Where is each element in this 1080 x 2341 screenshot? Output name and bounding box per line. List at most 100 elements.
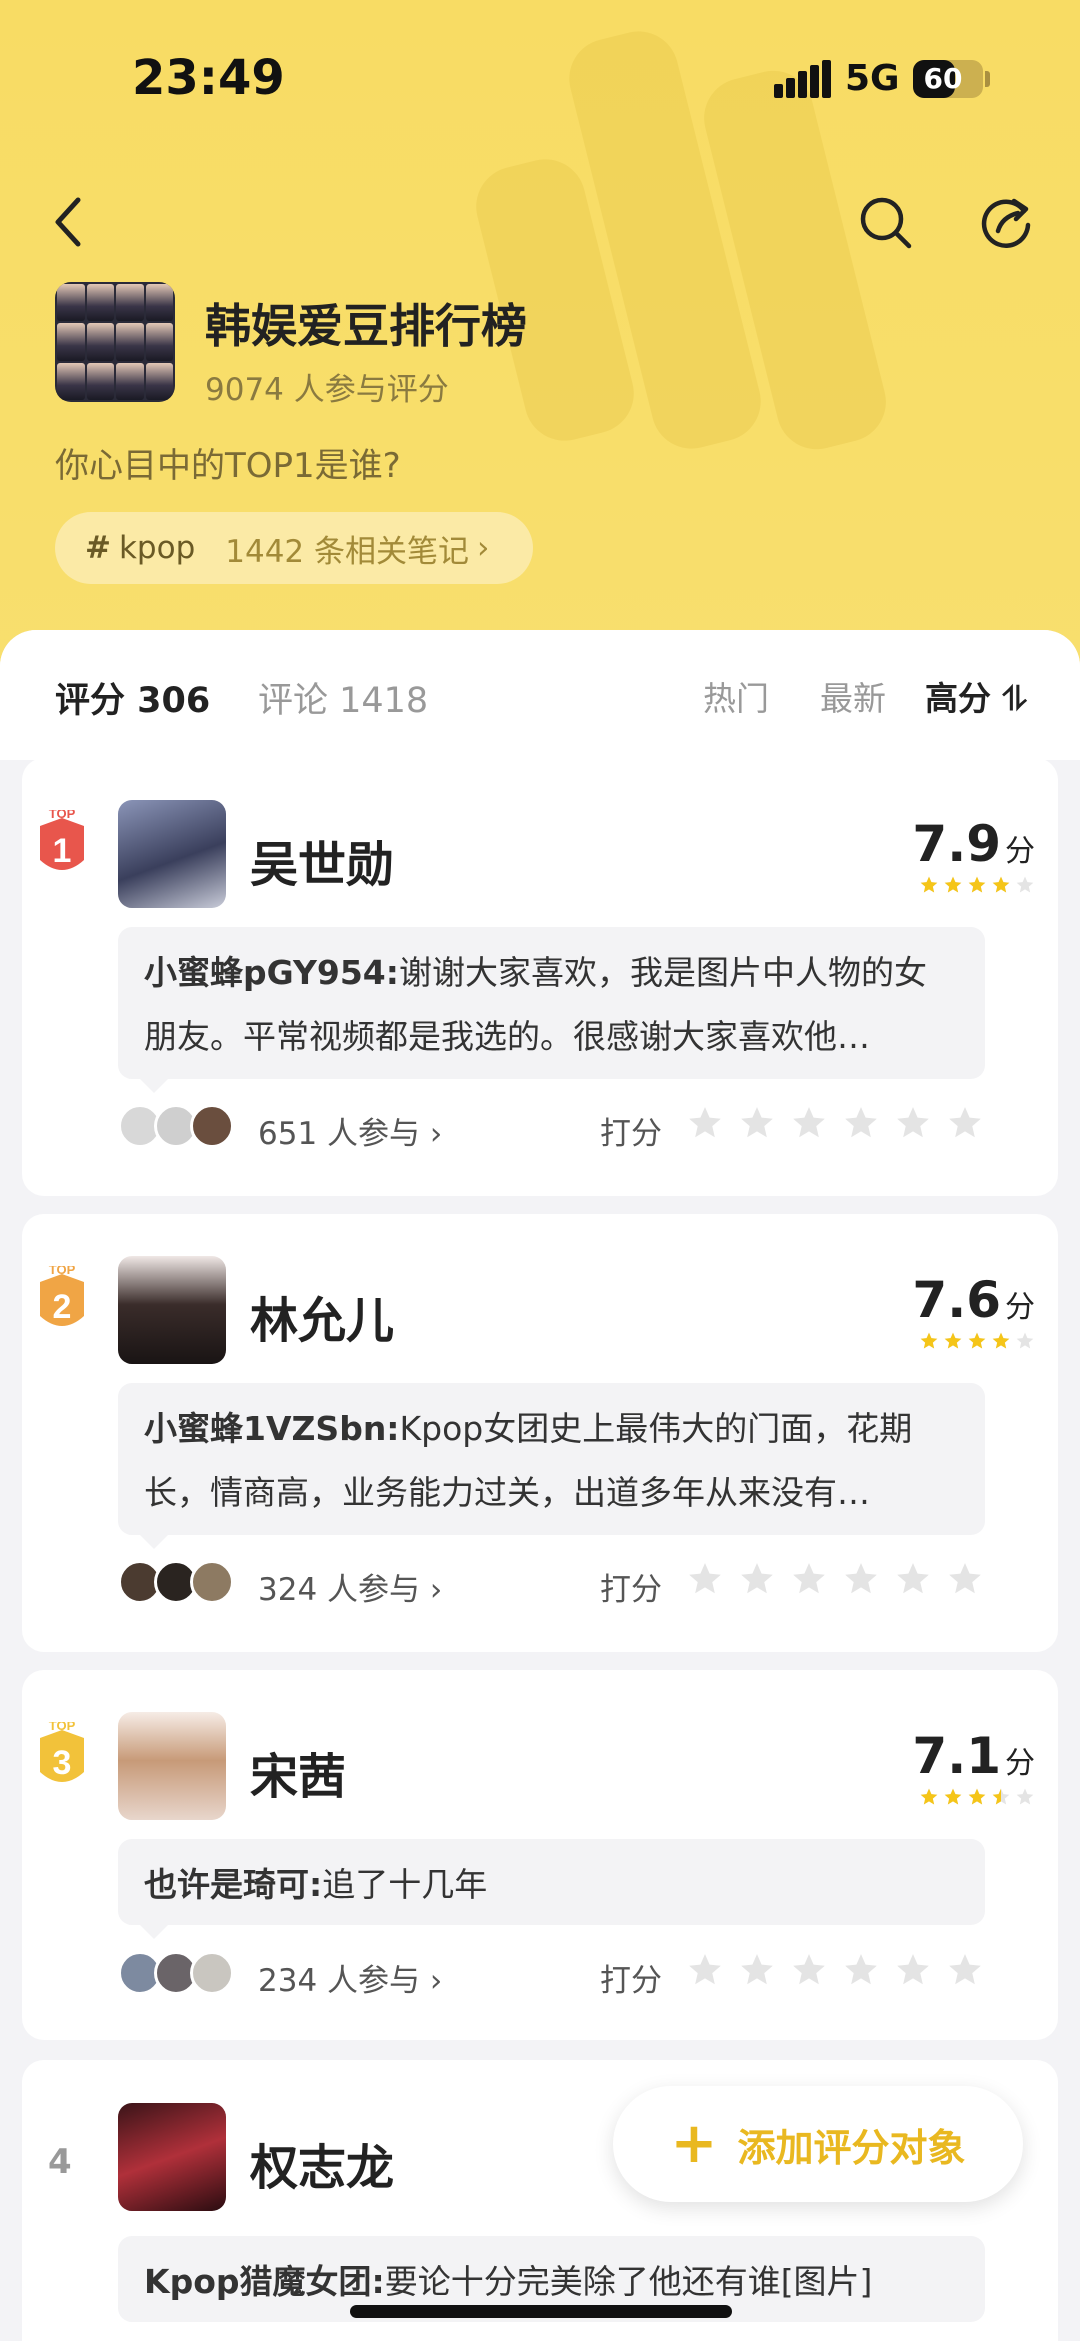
status-bar: 23:49 5G 60 xyxy=(0,0,1080,150)
rate-star-icon[interactable] xyxy=(842,1560,880,1598)
tab-score[interactable]: 评分 306 xyxy=(55,672,210,723)
participant-avatars xyxy=(118,1951,238,1995)
rank-badge-icon: TOP 2 xyxy=(40,1266,84,1326)
join-count-link[interactable]: 324 人参与 › xyxy=(258,1564,442,1609)
rate-star-icon[interactable] xyxy=(686,1560,724,1598)
star-icon xyxy=(1016,1332,1034,1349)
svg-text:1: 1 xyxy=(53,832,72,870)
add-rating-target-button[interactable]: + 添加评分对象 xyxy=(613,2086,1023,2202)
rate-star-icon[interactable] xyxy=(894,1104,932,1142)
chevron-right-icon: › xyxy=(477,530,490,566)
rank-badge-icon: TOP 1 xyxy=(40,810,84,870)
home-indicator xyxy=(350,2305,732,2318)
plus-icon: + xyxy=(670,2111,718,2176)
rating-input[interactable] xyxy=(686,1951,984,1989)
item-name[interactable]: 权志龙 xyxy=(250,2128,394,2198)
page-title: 韩娱爱豆排行榜 xyxy=(205,299,527,353)
star-icon xyxy=(992,876,1010,893)
score-stars xyxy=(919,1331,1035,1353)
comment-text: 要论十分完美除了他还有谁[图片] xyxy=(384,2262,873,2301)
rate-star-icon[interactable] xyxy=(738,1104,776,1142)
svg-text:TOP: TOP xyxy=(49,810,76,821)
avatar[interactable] xyxy=(118,800,226,908)
sort-high-score[interactable]: 高分 ⥮ xyxy=(925,672,1026,720)
score-unit: 分 xyxy=(1005,834,1035,869)
svg-text:3: 3 xyxy=(53,1744,72,1782)
rate-star-icon[interactable] xyxy=(686,1104,724,1142)
item-name[interactable]: 林允儿 xyxy=(250,1281,394,1351)
score-stars xyxy=(919,1787,1035,1809)
star-icon xyxy=(1016,876,1034,893)
comment-author: 小蜜蜂pGY954: xyxy=(144,953,399,992)
rate-star-icon[interactable] xyxy=(738,1560,776,1598)
rate-star-icon[interactable] xyxy=(686,1951,724,1989)
top-comment[interactable]: 小蜜蜂1VZSbn:Kpop女团史上最伟大的门面，花期长，情商高，业务能力过关，… xyxy=(118,1383,985,1535)
ranking-cover-image xyxy=(55,282,175,402)
add-rating-target-label: 添加评分对象 xyxy=(737,2125,966,2170)
rate-star-icon[interactable] xyxy=(842,1951,880,1989)
score-value: 7.9 xyxy=(912,815,1001,873)
star-icon xyxy=(944,1788,962,1805)
top-comment[interactable]: 小蜜蜂pGY954:谢谢大家喜欢，我是图片中人物的女朋友。平常视频都是我选的。很… xyxy=(118,927,985,1079)
rate-star-icon[interactable] xyxy=(894,1951,932,1989)
rating-input[interactable] xyxy=(686,1560,984,1598)
rate-star-icon[interactable] xyxy=(790,1951,828,1989)
star-icon xyxy=(920,876,938,893)
svg-text:TOP: TOP xyxy=(49,1266,76,1277)
item-name[interactable]: 宋茜 xyxy=(250,1737,346,1807)
rate-star-icon[interactable] xyxy=(842,1104,880,1142)
rate-label: 打分 xyxy=(600,1116,662,1152)
avatar[interactable] xyxy=(118,1256,226,1364)
status-time: 23:49 xyxy=(132,50,285,106)
star-icon xyxy=(968,876,986,893)
join-count-link[interactable]: 651 人参与 › xyxy=(258,1108,442,1153)
rate-star-icon[interactable] xyxy=(946,1104,984,1142)
hashtag-icon: # xyxy=(85,530,111,566)
signal-icon xyxy=(774,60,831,98)
search-icon[interactable] xyxy=(858,195,914,251)
item-name[interactable]: 吴世勋 xyxy=(250,825,394,895)
join-count-link[interactable]: 234 人参与 › xyxy=(258,1955,442,2000)
comment-tail xyxy=(140,1925,168,1939)
star-icon xyxy=(968,1788,986,1805)
back-icon[interactable] xyxy=(44,192,94,252)
item-score: 7.1 分 xyxy=(912,1727,1035,1785)
comment-author: 小蜜蜂1VZSbn: xyxy=(144,1409,400,1448)
share-icon[interactable] xyxy=(978,195,1034,251)
participant-count: 9074 人参与评分 xyxy=(205,372,449,408)
rank-number: 4 xyxy=(48,2142,72,2182)
ranking-question: 你心目中的TOP1是谁? xyxy=(55,446,401,486)
star-icon xyxy=(920,1788,938,1805)
battery-icon: 60 xyxy=(913,60,983,98)
participant-avatars xyxy=(118,1560,238,1604)
comment-author: 也许是琦可: xyxy=(144,1865,323,1904)
score-unit: 分 xyxy=(1005,1746,1035,1781)
topic-link[interactable]: # kpop 1442 条相关笔记 › xyxy=(55,512,533,584)
score-value: 7.6 xyxy=(912,1271,1001,1329)
item-score: 7.6 分 xyxy=(912,1271,1035,1329)
item-score: 7.9 分 xyxy=(912,815,1035,873)
star-icon xyxy=(944,1332,962,1349)
rate-star-icon[interactable] xyxy=(790,1560,828,1598)
score-stars xyxy=(919,875,1035,897)
star-icon xyxy=(920,1332,938,1349)
comment-author: Kpop猎魔女团: xyxy=(144,2262,385,2301)
avatar[interactable] xyxy=(118,2103,226,2211)
sort-newest[interactable]: 最新 xyxy=(820,672,886,720)
rate-star-icon[interactable] xyxy=(946,1560,984,1598)
topic-note-count: 1442 条相关笔记 xyxy=(225,533,470,570)
tab-comments[interactable]: 评论 1418 xyxy=(258,672,428,723)
rate-star-icon[interactable] xyxy=(946,1951,984,1989)
rate-star-icon[interactable] xyxy=(790,1104,828,1142)
top-comment[interactable]: 也许是琦可:追了十几年 xyxy=(118,1839,985,1925)
rate-label: 打分 xyxy=(600,1572,662,1608)
sort-hot[interactable]: 热门 xyxy=(703,672,769,720)
battery-tip xyxy=(985,71,990,87)
rating-input[interactable] xyxy=(686,1104,984,1142)
avatar[interactable] xyxy=(118,1712,226,1820)
star-icon xyxy=(992,1332,1010,1349)
comment-tail xyxy=(140,1079,168,1093)
rate-star-icon[interactable] xyxy=(738,1951,776,1989)
comment-tail xyxy=(140,1535,168,1549)
rate-star-icon[interactable] xyxy=(894,1560,932,1598)
